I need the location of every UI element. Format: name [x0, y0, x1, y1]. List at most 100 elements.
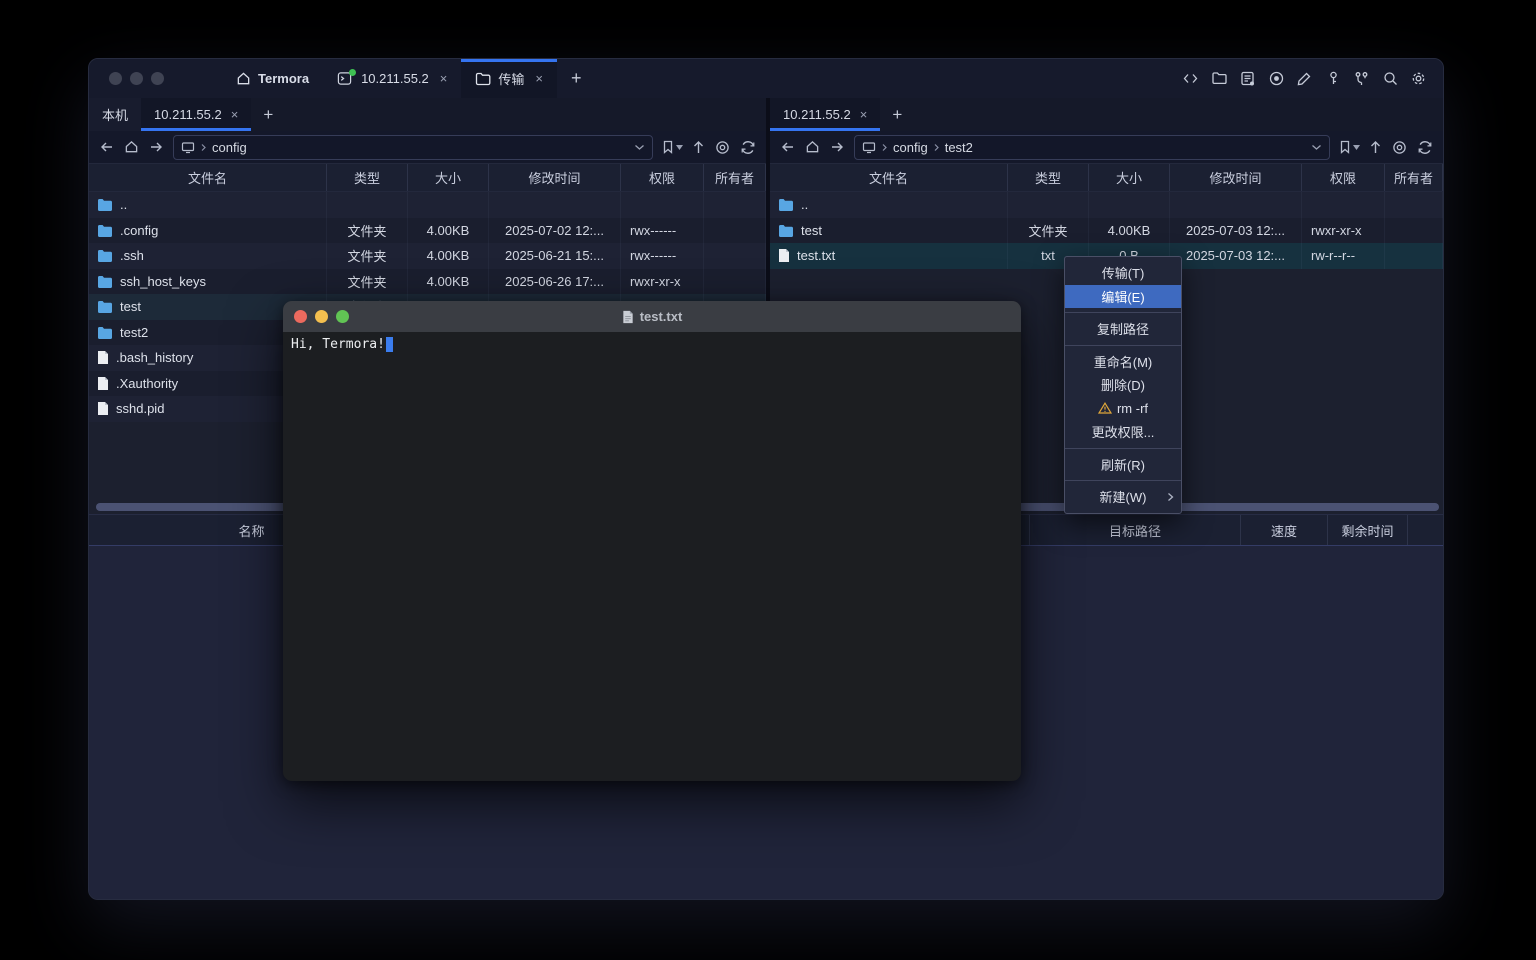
chevron-right-icon: [881, 143, 888, 152]
bookmark-icon[interactable]: [662, 140, 683, 154]
close-window-icon[interactable]: [109, 72, 122, 85]
table-row[interactable]: .ssh 文件夹4.00KB2025-06-21 15:...rwx------: [89, 243, 766, 269]
log-icon[interactable]: [1239, 70, 1256, 87]
path-input[interactable]: config: [173, 135, 653, 160]
menu-item-transfer[interactable]: 传输(T): [1065, 261, 1181, 285]
folder-icon: [97, 198, 113, 211]
new-tab-button[interactable]: +: [557, 59, 596, 98]
tab-home[interactable]: Termora: [222, 59, 323, 98]
search-icon[interactable]: [1382, 70, 1399, 87]
folder-icon: [97, 275, 113, 288]
left-table-header: 文件名 类型 大小 修改时间 权限 所有者: [89, 163, 766, 192]
edit-icon[interactable]: [1296, 70, 1313, 87]
column-header-owner[interactable]: 所有者: [1385, 164, 1443, 191]
column-header-type[interactable]: 类型: [1008, 164, 1089, 191]
menu-item-rename[interactable]: 重命名(M): [1065, 350, 1181, 374]
file-icon: [778, 248, 790, 263]
menu-item-rm-rf[interactable]: rm -rf: [1065, 397, 1181, 421]
back-icon[interactable]: [780, 140, 796, 154]
path-segment[interactable]: config: [212, 140, 247, 155]
tab-remote-session[interactable]: 10.211.55.2 ×: [141, 98, 251, 131]
table-row[interactable]: ..: [770, 192, 1443, 218]
window-controls[interactable]: [89, 59, 164, 98]
editor-window-controls[interactable]: [283, 310, 349, 323]
refresh-icon[interactable]: [1417, 140, 1433, 155]
column-header-perm[interactable]: 权限: [621, 164, 704, 191]
column-header-size[interactable]: 大小: [1089, 164, 1170, 191]
upload-icon[interactable]: [1369, 140, 1382, 155]
menu-separator: [1065, 312, 1181, 313]
folder-icon: [475, 72, 491, 86]
titlebar: Termora 10.211.55.2 × 传输 × +: [89, 59, 1443, 98]
left-panel-toolbar: config: [89, 131, 766, 163]
column-header-remaining[interactable]: 剩余时间: [1328, 515, 1408, 545]
tab-remote-session[interactable]: 10.211.55.2 ×: [770, 98, 880, 131]
column-header-name[interactable]: 文件名: [770, 164, 1008, 191]
code-icon[interactable]: [1182, 70, 1199, 87]
menu-item-new[interactable]: 新建(W): [1065, 485, 1181, 509]
new-panel-tab-button[interactable]: +: [251, 98, 285, 131]
table-row[interactable]: ..: [89, 192, 766, 218]
maximize-window-icon[interactable]: [336, 310, 349, 323]
warning-icon: [1098, 402, 1112, 414]
tab-local[interactable]: 本机: [89, 98, 141, 131]
column-header-time[interactable]: 修改时间: [1170, 164, 1302, 191]
bookmark-icon[interactable]: [1339, 140, 1360, 154]
refresh-icon[interactable]: [740, 140, 756, 155]
forward-icon[interactable]: [829, 140, 845, 154]
column-header-owner[interactable]: 所有者: [704, 164, 766, 191]
tab-close-icon[interactable]: ×: [440, 71, 448, 86]
column-header-target[interactable]: 目标路径: [1030, 515, 1241, 545]
column-header-name[interactable]: 文件名: [89, 164, 327, 191]
editor-text: Hi, Termora!: [291, 337, 385, 352]
minimize-window-icon[interactable]: [315, 310, 328, 323]
right-panel-toolbar: config test2: [770, 131, 1443, 163]
path-segment[interactable]: config: [893, 140, 928, 155]
show-hidden-icon[interactable]: [1391, 140, 1408, 155]
folder-icon: [778, 224, 794, 237]
tab-close-icon[interactable]: ×: [231, 107, 239, 122]
record-icon[interactable]: [1268, 70, 1285, 87]
close-window-icon[interactable]: [294, 310, 307, 323]
home-icon[interactable]: [805, 140, 820, 154]
column-header-extra: [1408, 515, 1443, 545]
chevron-right-icon: [933, 143, 940, 152]
tab-close-icon[interactable]: ×: [535, 71, 543, 86]
file-icon: [97, 350, 109, 365]
upload-icon[interactable]: [692, 140, 705, 155]
menu-item-delete[interactable]: 删除(D): [1065, 373, 1181, 397]
show-hidden-icon[interactable]: [714, 140, 731, 155]
column-header-speed[interactable]: 速度: [1241, 515, 1328, 545]
tab-close-icon[interactable]: ×: [860, 107, 868, 122]
chevron-down-icon[interactable]: [634, 143, 645, 151]
back-icon[interactable]: [99, 140, 115, 154]
menu-separator: [1065, 480, 1181, 481]
table-row[interactable]: ssh_host_keys 文件夹4.00KB2025-06-26 17:...…: [89, 269, 766, 295]
table-row[interactable]: .config 文件夹4.00KB2025-07-02 12:...rwx---…: [89, 218, 766, 244]
path-input[interactable]: config test2: [854, 135, 1330, 160]
forward-icon[interactable]: [148, 140, 164, 154]
maximize-window-icon[interactable]: [151, 72, 164, 85]
column-header-time[interactable]: 修改时间: [489, 164, 621, 191]
path-segment[interactable]: test2: [945, 140, 973, 155]
menu-item-copy-path[interactable]: 复制路径: [1065, 317, 1181, 341]
folder-icon[interactable]: [1211, 70, 1228, 87]
chevron-down-icon[interactable]: [1311, 143, 1322, 151]
minimize-window-icon[interactable]: [130, 72, 143, 85]
settings-icon[interactable]: [1410, 70, 1427, 87]
menu-item-refresh[interactable]: 刷新(R): [1065, 453, 1181, 477]
keychain-icon[interactable]: [1353, 70, 1370, 87]
editor-titlebar[interactable]: test.txt: [283, 301, 1021, 332]
new-panel-tab-button[interactable]: +: [880, 98, 914, 131]
column-header-size[interactable]: 大小: [408, 164, 489, 191]
menu-item-edit[interactable]: 编辑(E): [1065, 285, 1181, 309]
home-icon[interactable]: [124, 140, 139, 154]
tab-session[interactable]: 10.211.55.2 ×: [323, 59, 461, 98]
key-icon[interactable]: [1325, 70, 1342, 87]
menu-item-chmod[interactable]: 更改权限...: [1065, 420, 1181, 444]
column-header-perm[interactable]: 权限: [1302, 164, 1385, 191]
editor-content[interactable]: Hi, Termora!: [283, 332, 1021, 357]
table-row[interactable]: test 文件夹4.00KB2025-07-03 12:...rwxr-xr-x: [770, 218, 1443, 244]
tab-transfer[interactable]: 传输 ×: [461, 59, 557, 98]
column-header-type[interactable]: 类型: [327, 164, 408, 191]
